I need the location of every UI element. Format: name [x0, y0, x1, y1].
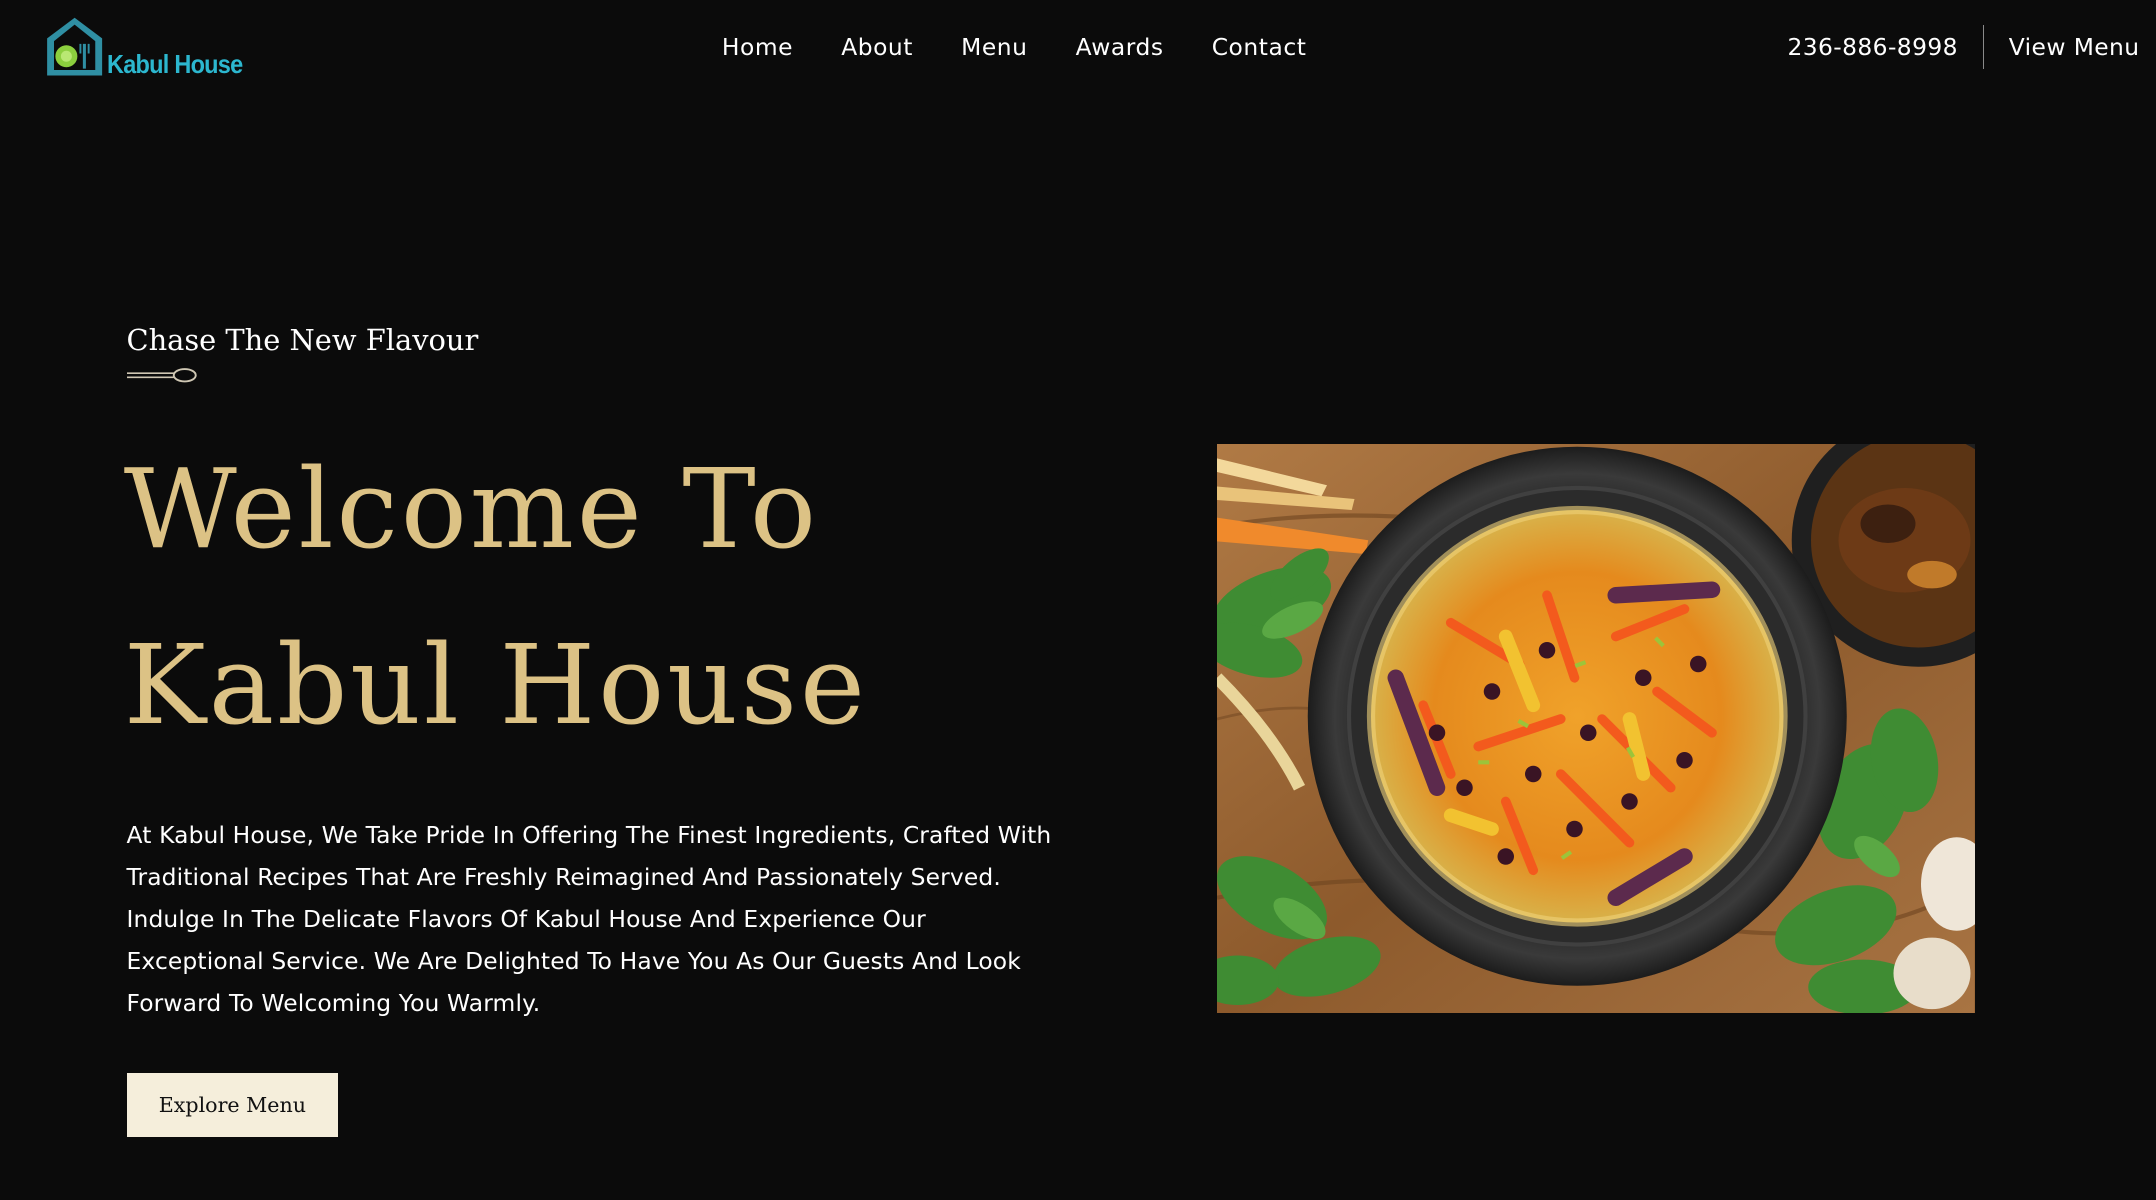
- view-menu-link[interactable]: View Menu: [1984, 25, 2139, 69]
- hero-title-line-1: Welcome To: [123, 444, 819, 573]
- nav-menu[interactable]: Menu: [961, 32, 1027, 62]
- hero-title-line-2: Kabul House: [123, 620, 868, 749]
- hero-description: At Kabul House, We Take Pride In Offerin…: [126, 821, 1052, 1018]
- nav-about[interactable]: About: [841, 32, 913, 62]
- nav-contact[interactable]: Contact: [1212, 32, 1307, 62]
- header-actions: 236-886-8998 View Menu: [1787, 24, 2139, 69]
- explore-menu-button[interactable]: Explore Menu: [126, 1072, 339, 1138]
- hero-title: Welcome To Kabul House: [124, 421, 868, 773]
- logo[interactable]: Kabul House: [43, 15, 258, 78]
- logo-text: Kabul House: [107, 48, 243, 79]
- hero-eyebrow: Chase The New Flavour: [126, 323, 479, 358]
- nav-home[interactable]: Home: [722, 32, 793, 62]
- food-image: [1216, 444, 1975, 1014]
- phone-link[interactable]: 236-886-8998: [1787, 25, 1982, 69]
- kabuli-pulao-dish-icon: [1216, 444, 1975, 1014]
- main-nav: Home About Menu Awards Contact: [722, 32, 1307, 62]
- nav-awards[interactable]: Awards: [1076, 32, 1164, 62]
- page: Kabul House Home About Menu Awards Conta…: [0, 0, 2156, 1200]
- house-plate-logo-icon: [46, 17, 102, 76]
- spoon-divider-icon: [126, 368, 197, 383]
